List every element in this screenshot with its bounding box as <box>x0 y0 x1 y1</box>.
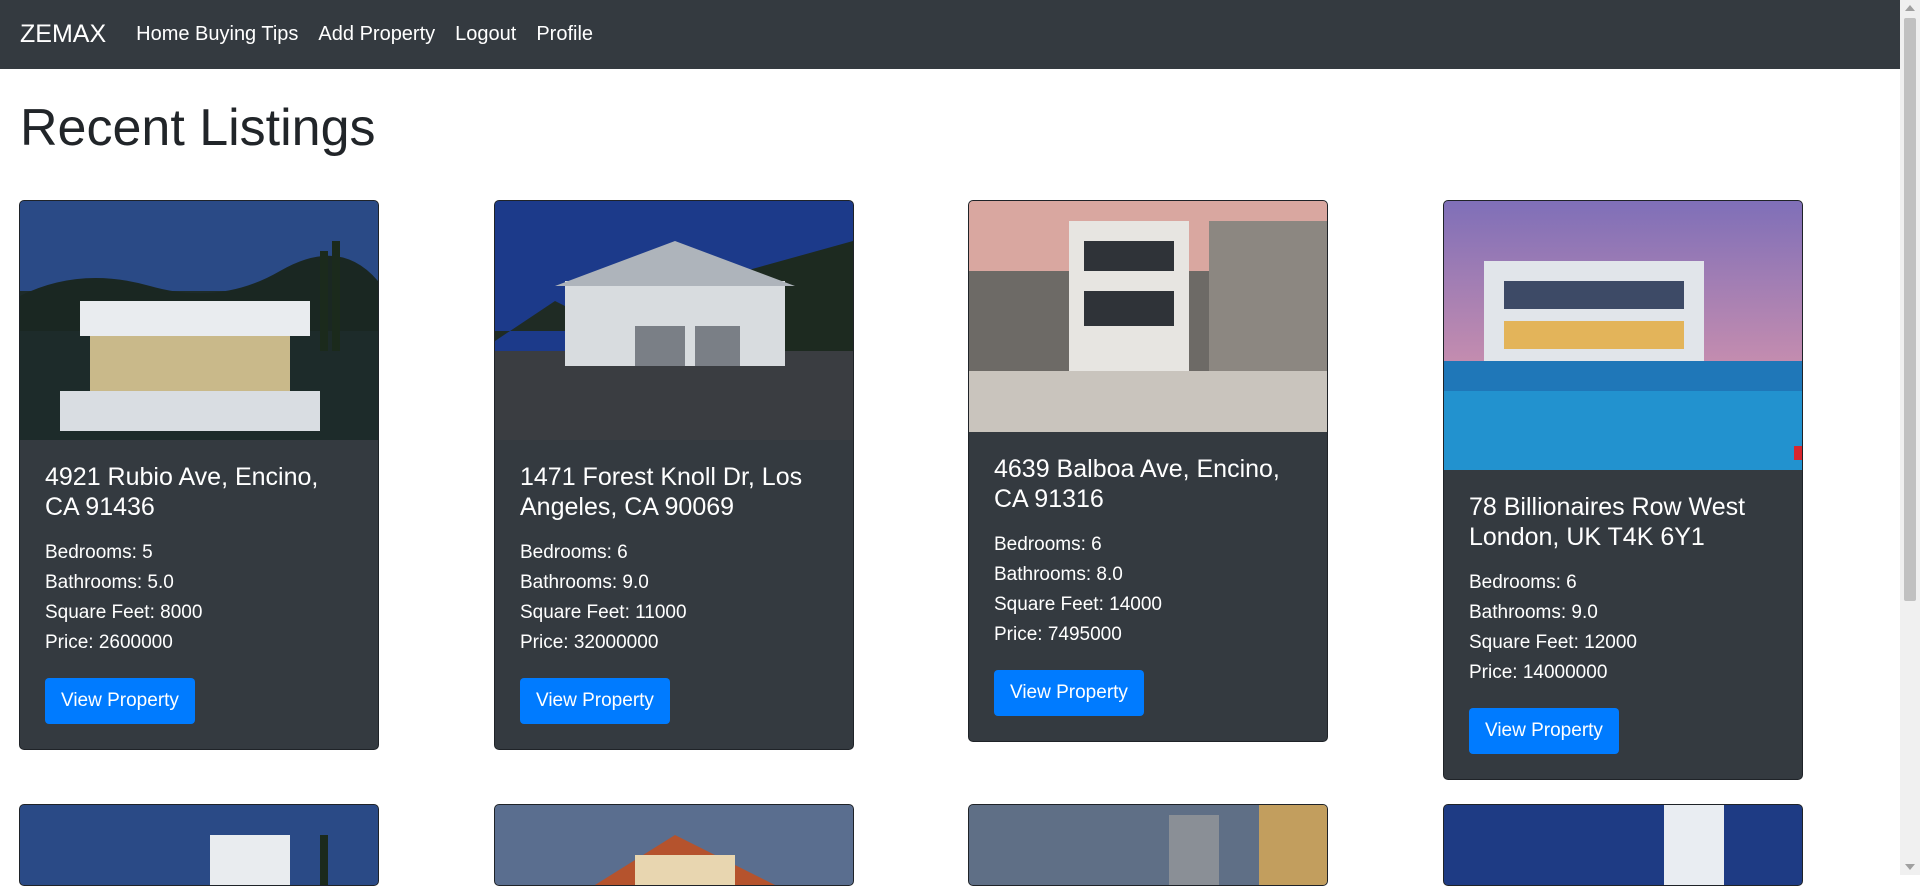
listing-bedrooms: Bedrooms: 6 <box>520 542 628 563</box>
nav-home-buying-tips[interactable]: Home Buying Tips <box>136 23 298 46</box>
view-property-button[interactable]: View Property <box>45 678 195 724</box>
navbar: ZEMAX Home Buying Tips Add Property Logo… <box>0 0 1900 69</box>
card-body: 1471 Forest Knoll Dr, Los Angeles, CA 90… <box>495 440 853 749</box>
listing-address: 4921 Rubio Ave, Encino, CA 91436 <box>45 463 319 521</box>
listing-sqft: Square Feet: 11000 <box>520 602 687 623</box>
listing-card: 78 Billionaires Row West London, UK T4K … <box>1443 200 1803 780</box>
listing-address: 78 Billionaires Row West London, UK T4K … <box>1469 493 1746 551</box>
page-title: Recent Listings <box>20 99 376 157</box>
scroll-down-icon[interactable] <box>1905 864 1915 870</box>
view-property-button[interactable]: View Property <box>520 678 670 724</box>
listing-card: 4639 Balboa Ave, Encino, CA 91316 Bedroo… <box>968 200 1328 742</box>
listing-bathrooms: Bathrooms: 8.0 <box>994 564 1123 585</box>
listing-price: Price: 7495000 <box>994 624 1122 645</box>
listing-card <box>19 804 379 886</box>
scroll-thumb[interactable] <box>1904 18 1916 601</box>
listing-price: Price: 14000000 <box>1469 662 1608 683</box>
nav-profile[interactable]: Profile <box>536 23 593 46</box>
listing-card <box>968 804 1328 886</box>
brand-logo[interactable]: ZEMAX <box>20 20 106 49</box>
listing-image <box>20 201 378 440</box>
nav-logout[interactable]: Logout <box>455 23 516 46</box>
listing-image <box>20 805 378 885</box>
card-body: 4921 Rubio Ave, Encino, CA 91436 Bedroom… <box>20 440 378 749</box>
listing-bedrooms: Bedrooms: 6 <box>994 534 1102 555</box>
listing-image <box>1444 201 1802 470</box>
listing-sqft: Square Feet: 12000 <box>1469 632 1637 653</box>
scroll-up-icon[interactable] <box>1905 5 1915 11</box>
listing-bathrooms: Bathrooms: 9.0 <box>520 572 649 593</box>
listing-image <box>969 805 1327 885</box>
listing-sqft: Square Feet: 8000 <box>45 602 203 623</box>
card-body: 4639 Balboa Ave, Encino, CA 91316 Bedroo… <box>969 432 1327 741</box>
listing-address: 1471 Forest Knoll Dr, Los Angeles, CA 90… <box>520 463 803 521</box>
listing-image <box>495 201 853 440</box>
listing-bathrooms: Bathrooms: 9.0 <box>1469 602 1598 623</box>
listing-image <box>969 201 1327 432</box>
nav-add-property[interactable]: Add Property <box>318 23 435 46</box>
listing-sqft: Square Feet: 14000 <box>994 594 1162 615</box>
listing-address: 4639 Balboa Ave, Encino, CA 91316 <box>994 455 1280 513</box>
listing-bedrooms: Bedrooms: 5 <box>45 542 153 563</box>
listing-card <box>494 804 854 886</box>
card-body: 78 Billionaires Row West London, UK T4K … <box>1444 470 1802 779</box>
view-property-button[interactable]: View Property <box>994 670 1144 716</box>
listing-bathrooms: Bathrooms: 5.0 <box>45 572 174 593</box>
listing-image <box>1444 805 1802 885</box>
listing-price: Price: 32000000 <box>520 632 659 653</box>
listing-price: Price: 2600000 <box>45 632 173 653</box>
listing-card: 4921 Rubio Ave, Encino, CA 91436 Bedroom… <box>19 200 379 750</box>
page-scrollbar[interactable] <box>1900 0 1920 875</box>
listing-bedrooms: Bedrooms: 6 <box>1469 572 1577 593</box>
listing-image <box>495 805 853 885</box>
view-property-button[interactable]: View Property <box>1469 708 1619 754</box>
listing-card: 1471 Forest Knoll Dr, Los Angeles, CA 90… <box>494 200 854 750</box>
listing-card <box>1443 804 1803 886</box>
